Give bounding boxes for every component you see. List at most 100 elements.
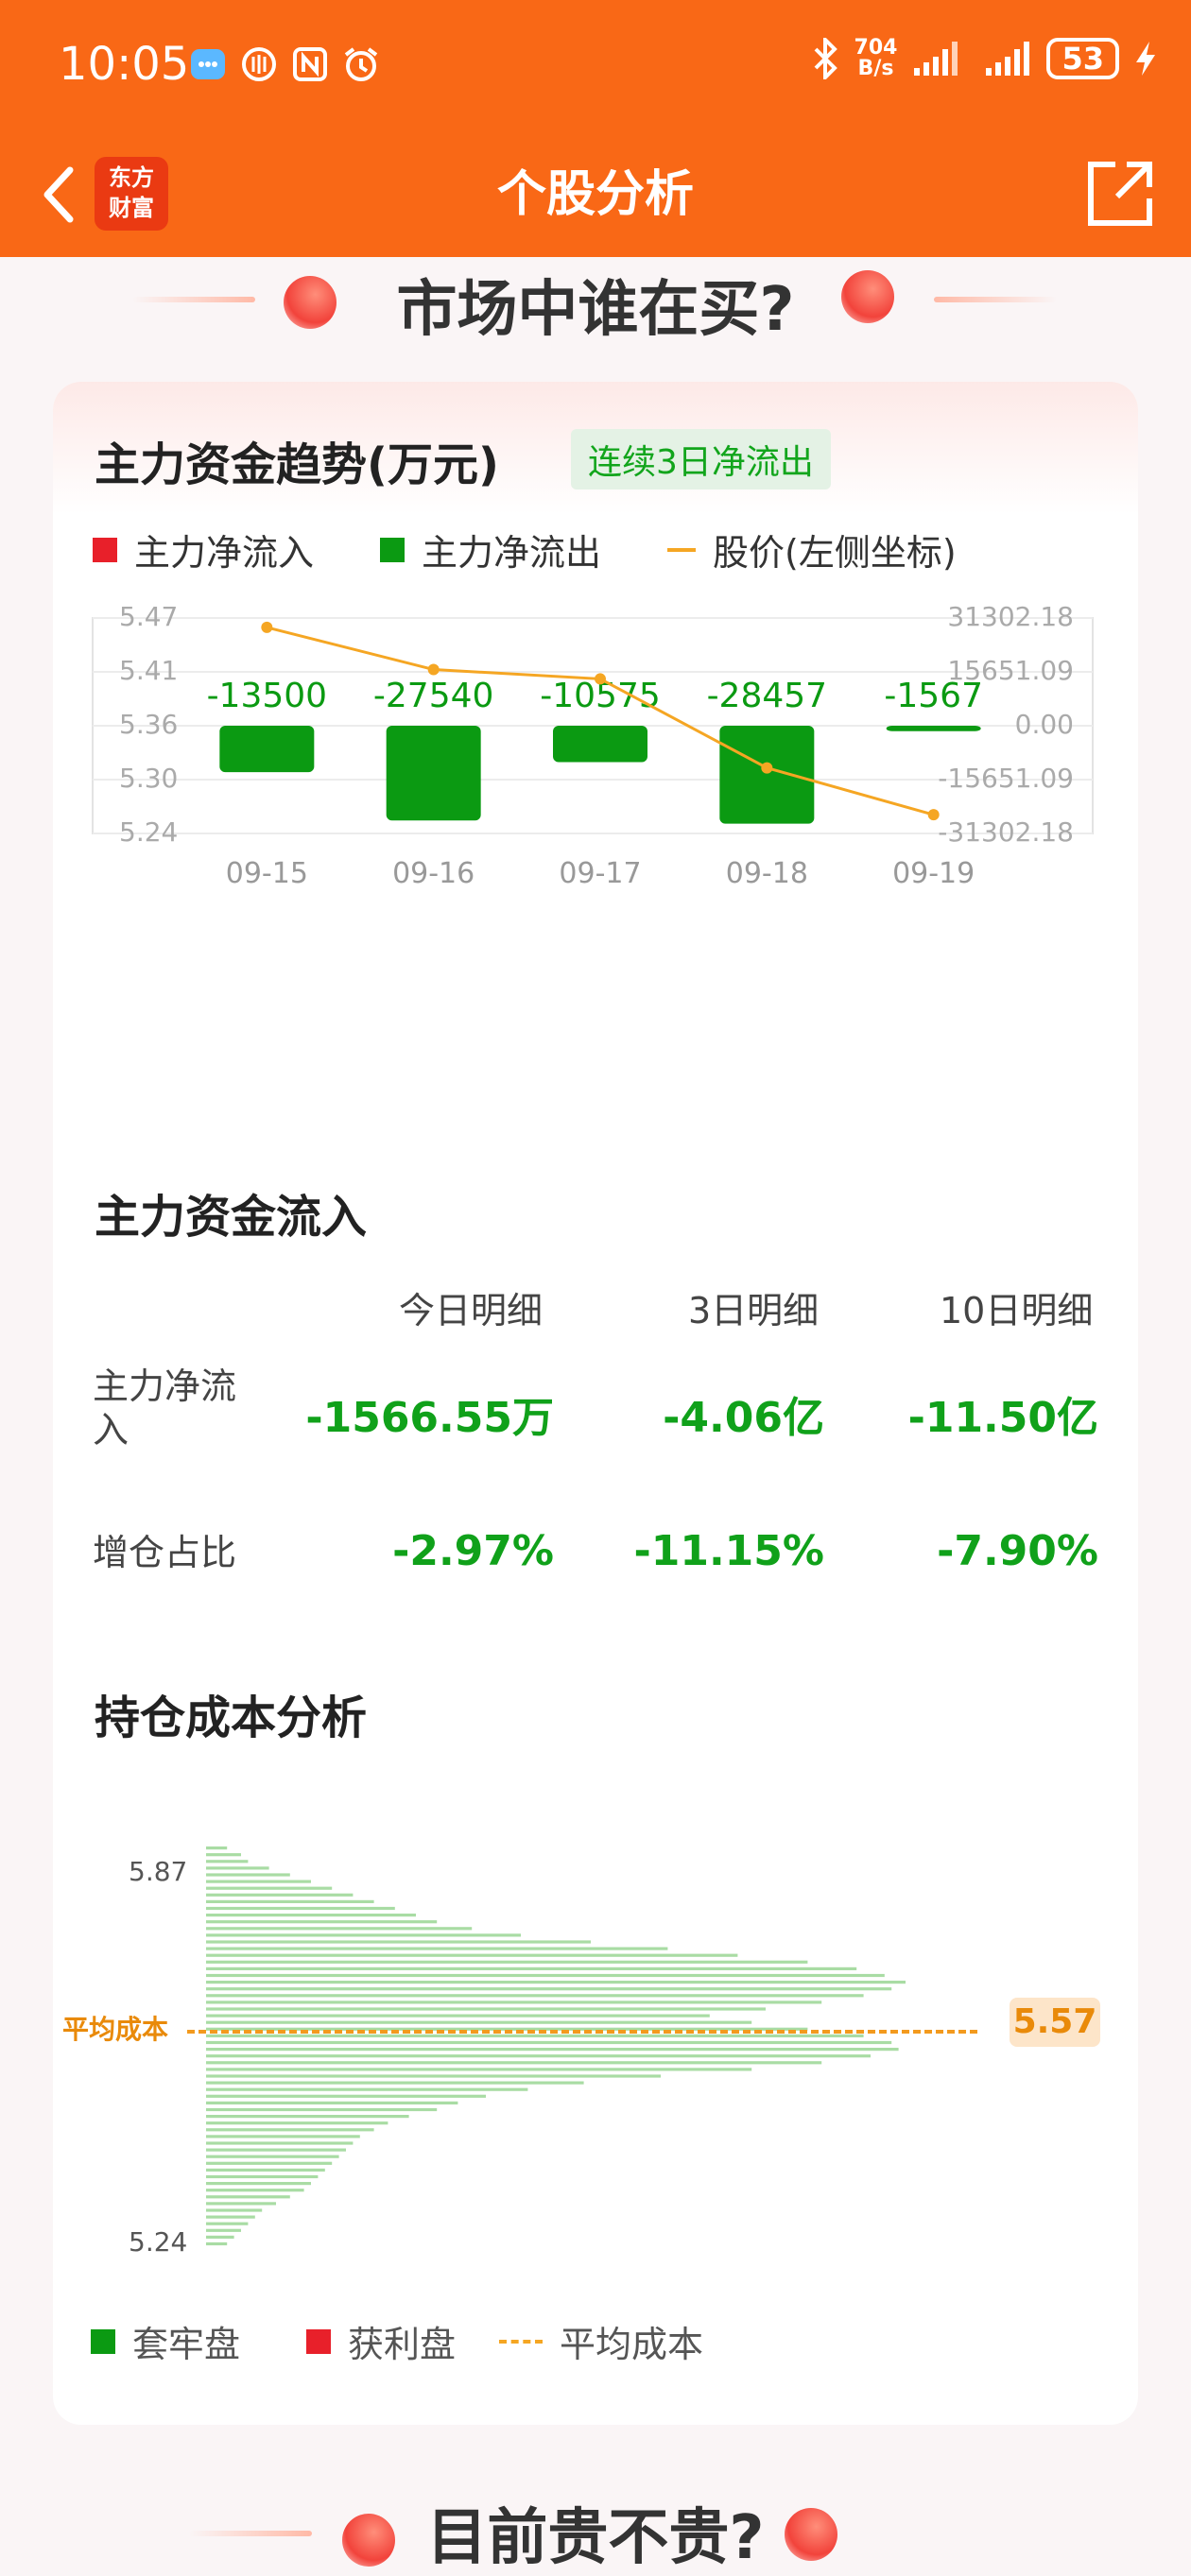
right-tick-label: -15651.09 xyxy=(938,763,1074,794)
cost-bar xyxy=(206,1920,438,1924)
cost-bar xyxy=(206,2174,319,2179)
cost-bar xyxy=(206,2054,871,2058)
x-tick-label: 09-17 xyxy=(559,857,641,890)
cost-bar xyxy=(206,2007,766,2011)
trend-title: 主力资金趋势(万元) xyxy=(95,438,499,491)
cost-bar xyxy=(206,2202,276,2206)
cost-bar xyxy=(206,1866,269,1870)
cost-bar xyxy=(206,2222,249,2225)
cost-bar xyxy=(206,1860,249,1863)
profit-legend-swatch xyxy=(306,2328,332,2354)
cost-bar xyxy=(206,1987,892,1991)
app-header: 东方 财富 个股分析 xyxy=(0,132,1191,257)
trend-status-tag: 连续3日净流出 xyxy=(571,429,831,489)
profit-legend-label: 获利盘 xyxy=(348,2324,457,2365)
col-header-3day: 3日明细 xyxy=(688,1290,820,1331)
cost-bar xyxy=(206,1846,228,1850)
outflow-legend-label: 主力净流出 xyxy=(422,532,602,574)
trend-chart: 5.475.415.365.305.2431302.1815651.090.00… xyxy=(92,601,1094,890)
cost-title: 持仓成本分析 xyxy=(95,1692,368,1744)
avg-legend-swatch xyxy=(499,2339,544,2344)
battery-indicator: 53 xyxy=(1046,38,1119,79)
banner-decor xyxy=(284,276,337,329)
cost-bar xyxy=(206,2014,710,2018)
cost-bar xyxy=(206,1893,354,1897)
share-icon[interactable] xyxy=(1083,159,1155,231)
bar-value-label: -28457 xyxy=(707,677,828,715)
cost-bar xyxy=(206,2228,241,2232)
price-legend-swatch xyxy=(667,547,697,552)
avg-cost-line xyxy=(187,2030,977,2034)
cost-bar xyxy=(206,2020,752,2024)
avg-cost-badge: 5.57 xyxy=(1010,1998,1100,2047)
speed-value: 704 xyxy=(854,36,898,60)
outflow-legend-swatch xyxy=(380,537,406,562)
cost-distribution-chart: 5.87 5.24 xyxy=(129,1846,906,2258)
cost-bar xyxy=(206,2094,486,2098)
page-title: 个股分析 xyxy=(496,166,694,223)
cost-bar xyxy=(206,1953,738,1957)
cost-bar xyxy=(206,1914,416,1917)
outflow-bar xyxy=(219,726,315,773)
price-point xyxy=(927,809,940,821)
banner-decor xyxy=(785,2508,837,2561)
notification-icons xyxy=(189,45,380,83)
bar-value-label: -1567 xyxy=(884,677,983,715)
avg-cost-label: 平均成本 xyxy=(62,2014,169,2045)
bar-value-label: -27540 xyxy=(373,677,494,715)
status-bar: 10:05 704 B/s 53 xyxy=(0,0,1191,132)
outflow-bar xyxy=(719,726,815,824)
cost-bar xyxy=(206,2235,234,2239)
left-tick-label: 5.30 xyxy=(119,763,178,794)
net-inflow-10day: -11.50亿 xyxy=(907,1394,1098,1442)
cost-bar xyxy=(206,2135,360,2138)
nfc-icon xyxy=(293,47,327,81)
inflow-title: 主力资金流入 xyxy=(95,1191,368,1244)
alarm-icon xyxy=(344,47,378,81)
cost-bar xyxy=(206,1880,311,1883)
charging-icon xyxy=(1136,42,1155,76)
net-inflow-3day: -4.06亿 xyxy=(663,1394,824,1442)
col-header-10day: 10日明细 xyxy=(940,1290,1094,1331)
position-ratio-3day: -11.15% xyxy=(633,1527,824,1575)
bluetooth-icon xyxy=(814,38,837,79)
cost-bar xyxy=(206,2168,325,2172)
cost-tick-low: 5.24 xyxy=(129,2226,187,2258)
cost-bar xyxy=(206,2074,661,2078)
price-line xyxy=(266,626,935,816)
cost-bar xyxy=(206,2087,528,2091)
cost-bar xyxy=(206,1927,473,1931)
cost-bar xyxy=(206,2161,333,2165)
cost-bar xyxy=(206,1906,395,1911)
x-tick-label: 09-15 xyxy=(226,857,308,890)
price-legend-label: 股价(左侧坐标) xyxy=(713,532,957,574)
cost-bar xyxy=(206,2121,388,2125)
row-label-position-ratio: 增仓占比 xyxy=(93,1532,237,1573)
banner-decor xyxy=(841,270,894,323)
trapped-legend-swatch xyxy=(91,2328,115,2354)
cost-bar xyxy=(206,2141,354,2145)
cost-bar xyxy=(206,2182,311,2186)
right-tick-label: 0.00 xyxy=(1015,709,1074,740)
cost-bar xyxy=(206,2034,864,2037)
position-ratio-today: -2.97% xyxy=(392,1527,554,1575)
left-tick-label: 5.36 xyxy=(119,709,178,740)
cost-bar xyxy=(206,2115,409,2119)
cost-bar xyxy=(206,2048,899,2052)
analysis-card: 主力资金趋势(万元) 连续3日净流出 主力净流入 主力净流出 股价(左侧坐标) … xyxy=(53,382,1138,2425)
banner-decor xyxy=(132,297,255,302)
cost-bar xyxy=(206,2107,438,2112)
price-point xyxy=(595,673,606,685)
banner-decor xyxy=(189,2531,312,2536)
cost-bar xyxy=(206,1886,333,1890)
status-right: 704 B/s 53 xyxy=(811,38,1157,79)
cost-bar xyxy=(206,2241,228,2246)
cost-bar xyxy=(206,1981,906,1984)
x-tick-label: 09-18 xyxy=(726,857,808,890)
cost-bar xyxy=(206,1873,290,1877)
right-tick-label: -31302.18 xyxy=(938,816,1074,848)
cost-bar xyxy=(206,1994,864,1998)
section-banner-valuation: 目前贵不贵? xyxy=(0,2489,1191,2576)
cost-bar xyxy=(206,1853,241,1857)
cost-legend: 套牢盘 获利盘 平均成本 xyxy=(91,2315,703,2367)
